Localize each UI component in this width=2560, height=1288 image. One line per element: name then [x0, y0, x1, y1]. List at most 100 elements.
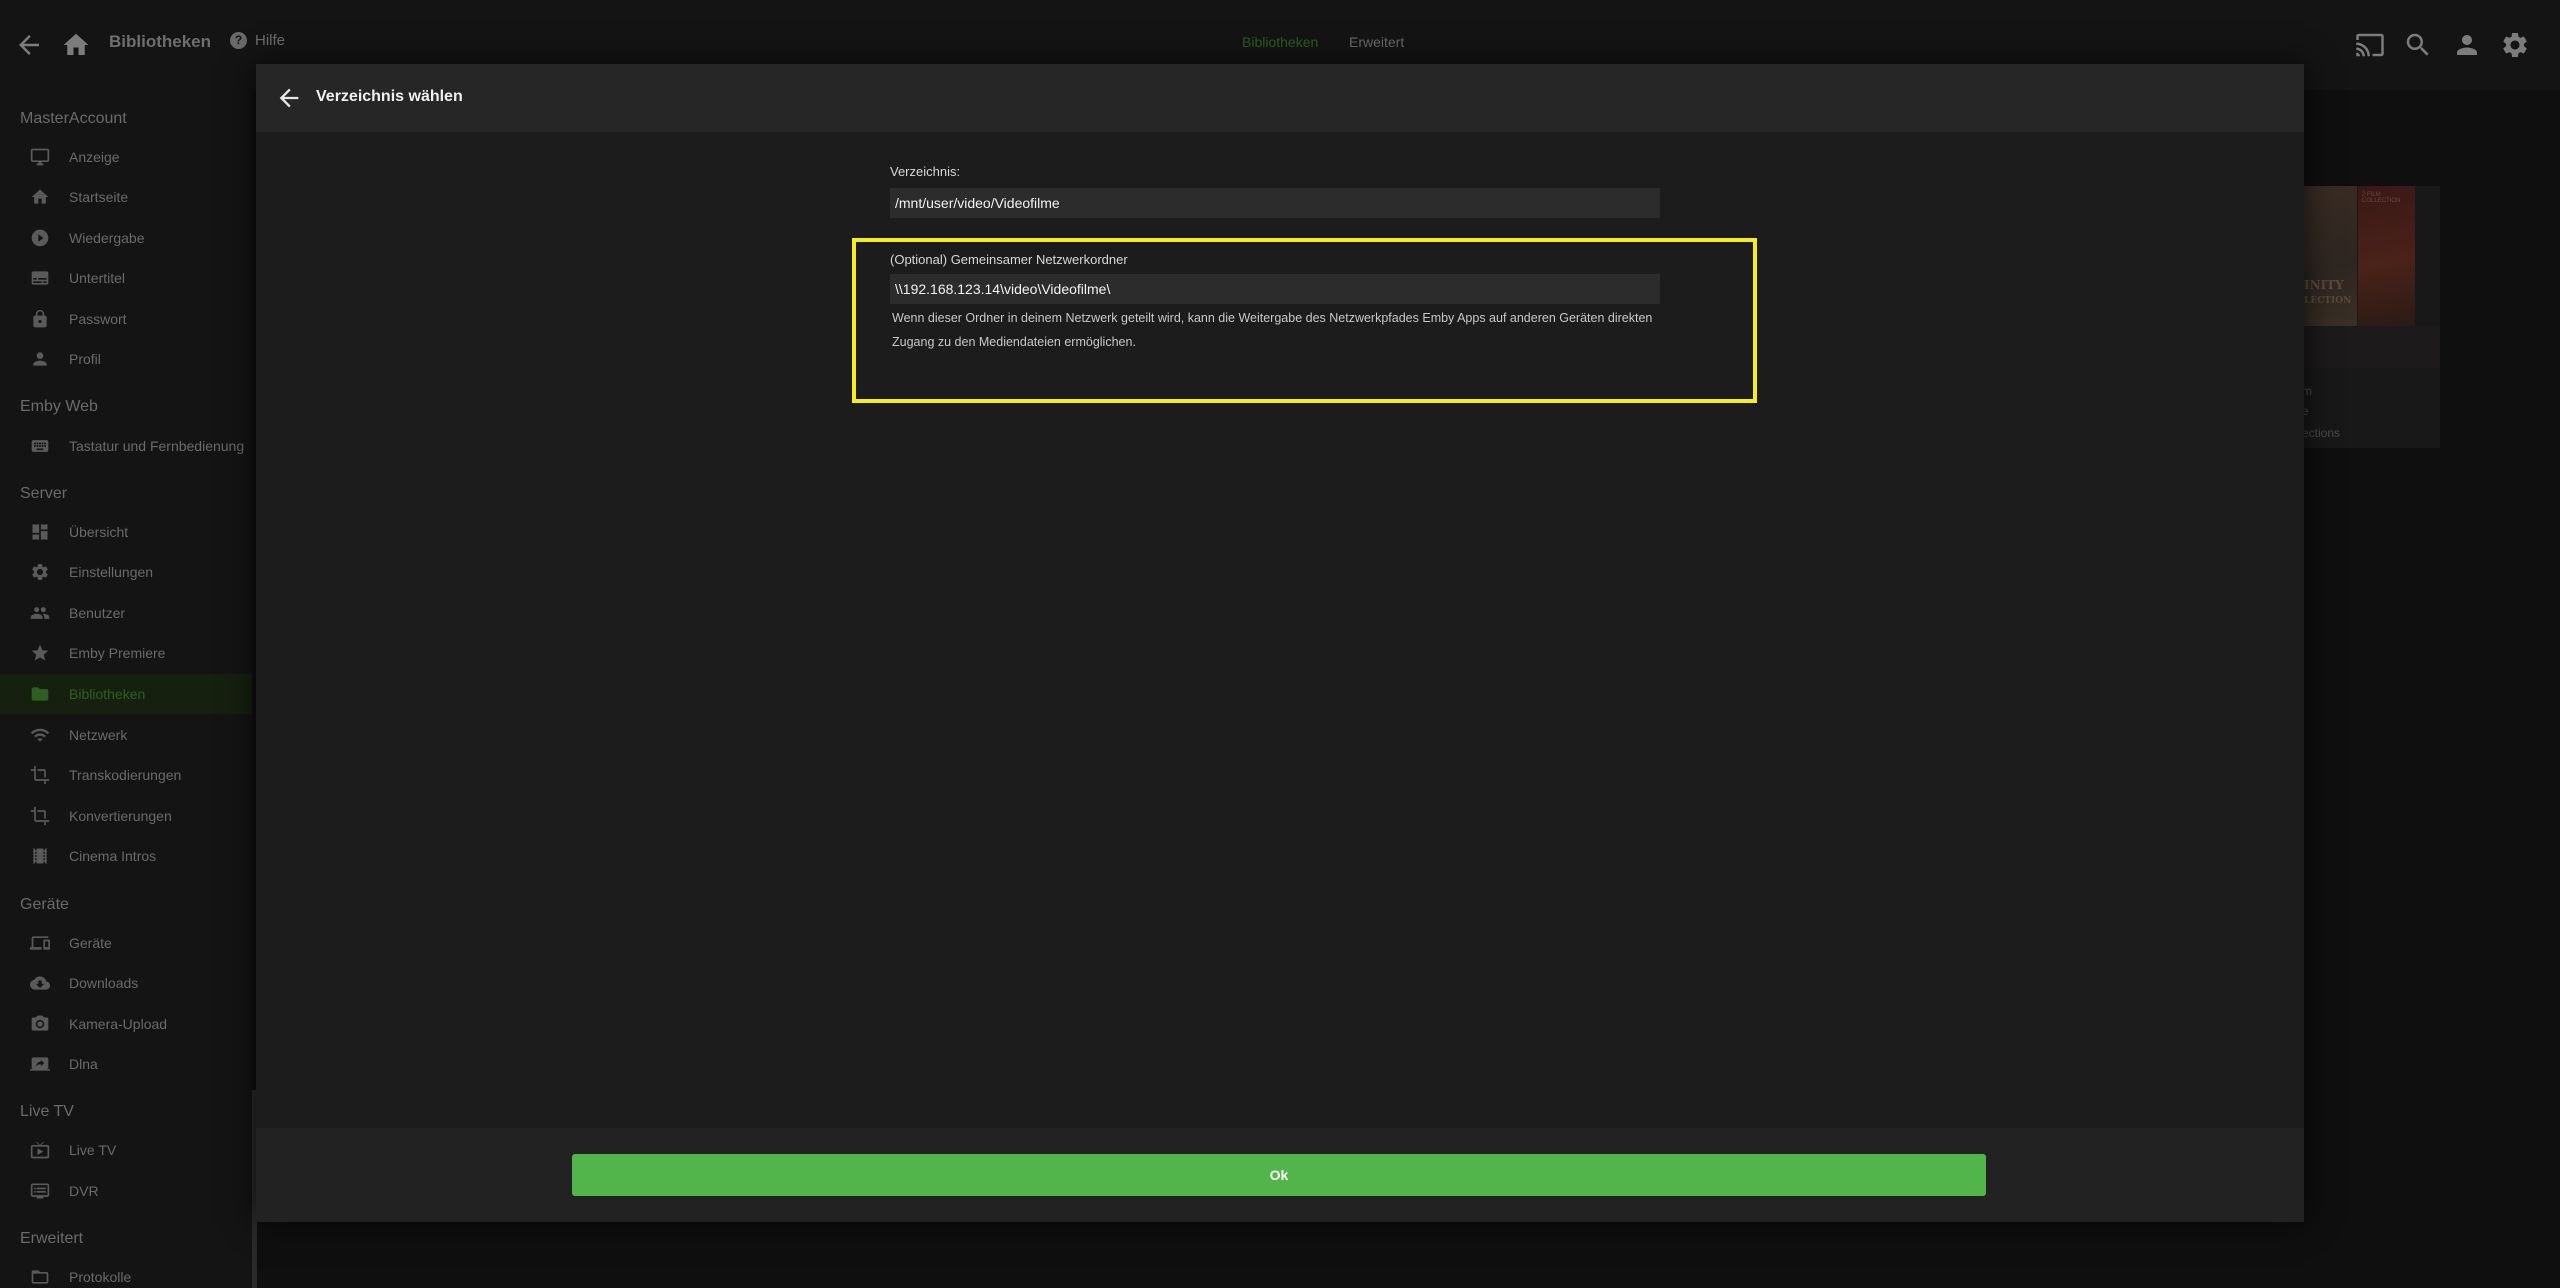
directory-input[interactable] — [890, 188, 1660, 218]
sidebar-item-uebersicht[interactable]: Übersicht — [0, 512, 252, 552]
sidebar-item-dvr[interactable]: DVR — [0, 1171, 252, 1211]
help-icon: ? — [230, 32, 247, 49]
gear-icon — [30, 562, 50, 582]
sidebar-item-label: Benutzer — [69, 605, 126, 621]
poster-text: 2 FILM COLLECTION — [2362, 192, 2401, 204]
folder-icon — [30, 684, 50, 704]
sidebar-item-emby-premiere[interactable]: Emby Premiere — [0, 633, 252, 673]
sidebar-item-passwort[interactable]: Passwort — [0, 299, 252, 339]
people-icon — [30, 603, 50, 623]
live-tv-icon — [30, 1140, 50, 1160]
cast-icon[interactable] — [2355, 30, 2385, 60]
devices-icon — [30, 933, 50, 953]
crop-icon — [30, 765, 50, 785]
sidebar-item-protokolle[interactable]: Protokolle — [0, 1257, 252, 1288]
poster-image: 2 FILM COLLECTION — [2358, 186, 2415, 326]
sidebar-item-label: Kamera-Upload — [69, 1016, 168, 1032]
help-label: Hilfe — [255, 32, 286, 49]
section-title-masteraccount: MasterAccount — [20, 110, 127, 127]
sidebar-item-benutzer[interactable]: Benutzer — [0, 593, 252, 633]
sidebar-item-live-tv[interactable]: Live TV — [0, 1130, 252, 1170]
dialog-header: Verzeichnis wählen — [256, 64, 2304, 132]
directory-label: Verzeichnis: — [890, 164, 961, 179]
sidebar-item-einstellungen[interactable]: Einstellungen — [0, 552, 252, 592]
sidebar-item-label: Tastatur und Fernbedienung — [69, 438, 245, 454]
sidebar-item-bibliotheken[interactable]: Bibliotheken — [0, 674, 252, 714]
sidebar-item-wiedergabe[interactable]: Wiedergabe — [0, 218, 252, 258]
sidebar-item-cinema-intros[interactable]: Cinema Intros — [0, 836, 252, 876]
tab-bibliotheken[interactable]: Bibliotheken — [1242, 34, 1318, 50]
subtitles-icon — [30, 268, 50, 288]
back-arrow-icon[interactable] — [14, 30, 44, 60]
sidebar-item-transkodierungen[interactable]: Transkodierungen — [0, 755, 252, 795]
sidebar-item-konvertierungen[interactable]: Konvertierungen — [0, 796, 252, 836]
library-card[interactable]: INITY LECTION 2 FILM COLLECTION m e ecti… — [2300, 186, 2440, 448]
sidebar-item-startseite[interactable]: Startseite — [0, 177, 252, 217]
sidebar-item-netzwerk[interactable]: Netzwerk — [0, 715, 252, 755]
person-icon — [30, 349, 50, 369]
network-share-input[interactable] — [890, 274, 1660, 304]
poster-strip — [2300, 326, 2440, 368]
page-title: Bibliotheken — [109, 32, 212, 51]
keyboard-icon — [30, 436, 50, 456]
sidebar-item-label: Profil — [69, 351, 101, 367]
dialog-title: Verzeichnis wählen — [316, 88, 463, 105]
poster-text: INITY — [2304, 278, 2344, 292]
folder-icon — [30, 1267, 50, 1287]
camera-icon — [30, 1014, 50, 1034]
sidebar-item-label: Übersicht — [69, 524, 129, 540]
sidebar-item-geraete[interactable]: Geräte — [0, 923, 252, 963]
settings-gear-icon[interactable] — [2500, 30, 2530, 60]
sidebar-item-tastatur[interactable]: Tastatur und Fernbedienung — [0, 426, 252, 466]
sidebar-nav: MasterAccount Anzeige Startseite Wiederg… — [0, 90, 252, 1288]
section-title-emby-web: Emby Web — [20, 398, 98, 415]
home-icon[interactable] — [61, 30, 91, 60]
sidebar-item-label: Wiedergabe — [69, 230, 145, 246]
dvr-icon — [30, 1181, 50, 1201]
sidebar-item-label: Live TV — [69, 1142, 117, 1158]
monitor-icon — [30, 147, 50, 167]
back-arrow-icon[interactable] — [275, 84, 303, 112]
help-link[interactable]: ? Hilfe — [230, 32, 285, 49]
sidebar-item-label: Protokolle — [69, 1269, 132, 1285]
directory-picker-dialog: Verzeichnis wählen Verzeichnis: (Optiona… — [256, 64, 2304, 1222]
sidebar-item-profil[interactable]: Profil — [0, 339, 252, 379]
sidebar-item-label: Konvertierungen — [69, 808, 172, 824]
sidebar-item-label: Netzwerk — [69, 727, 128, 743]
sidebar-item-label: DVR — [69, 1183, 99, 1199]
dashboard-icon — [30, 522, 50, 542]
card-type: ections — [2302, 426, 2341, 440]
sidebar-item-label: Untertitel — [69, 270, 126, 286]
sidebar-item-label: Cinema Intros — [69, 848, 157, 864]
ok-button[interactable]: Ok — [572, 1154, 1986, 1196]
wifi-icon — [30, 725, 50, 745]
network-share-label: (Optional) Gemeinsamer Netzwerkordner — [890, 252, 1128, 267]
section-title-server: Server — [20, 485, 68, 502]
sidebar-item-label: Emby Premiere — [69, 645, 166, 661]
home-icon — [30, 187, 50, 207]
cloud-download-icon — [30, 973, 50, 993]
sidebar-item-label: Geräte — [69, 935, 112, 951]
search-icon[interactable] — [2403, 30, 2433, 60]
poster-text: LECTION — [2304, 296, 2352, 306]
user-icon[interactable] — [2452, 30, 2482, 60]
sidebar-item-label: Bibliotheken — [69, 686, 146, 702]
sidebar-item-kamera-upload[interactable]: Kamera-Upload — [0, 1004, 252, 1044]
sidebar-item-label: Anzeige — [69, 149, 120, 165]
screen-share-icon — [30, 1054, 50, 1074]
star-icon — [30, 643, 50, 663]
sidebar-item-dlna[interactable]: Dlna — [0, 1044, 252, 1084]
sidebar-item-label: Passwort — [69, 311, 127, 327]
sidebar-item-anzeige[interactable]: Anzeige — [0, 137, 252, 177]
section-title-geraete: Geräte — [20, 896, 69, 913]
section-title-live-tv: Live TV — [20, 1103, 74, 1120]
tab-erweitert[interactable]: Erweitert — [1349, 34, 1404, 50]
sidebar-item-untertitel[interactable]: Untertitel — [0, 258, 252, 298]
sidebar-item-downloads[interactable]: Downloads — [0, 963, 252, 1003]
play-circle-icon — [30, 228, 50, 248]
film-icon — [30, 846, 50, 866]
sidebar-item-label: Startseite — [69, 189, 129, 205]
sidebar-item-label: Einstellungen — [69, 564, 154, 580]
network-share-help-text: Wenn dieser Ordner in deinem Netzwerk ge… — [892, 311, 1653, 349]
section-title-erweitert: Erweitert — [20, 1230, 84, 1247]
